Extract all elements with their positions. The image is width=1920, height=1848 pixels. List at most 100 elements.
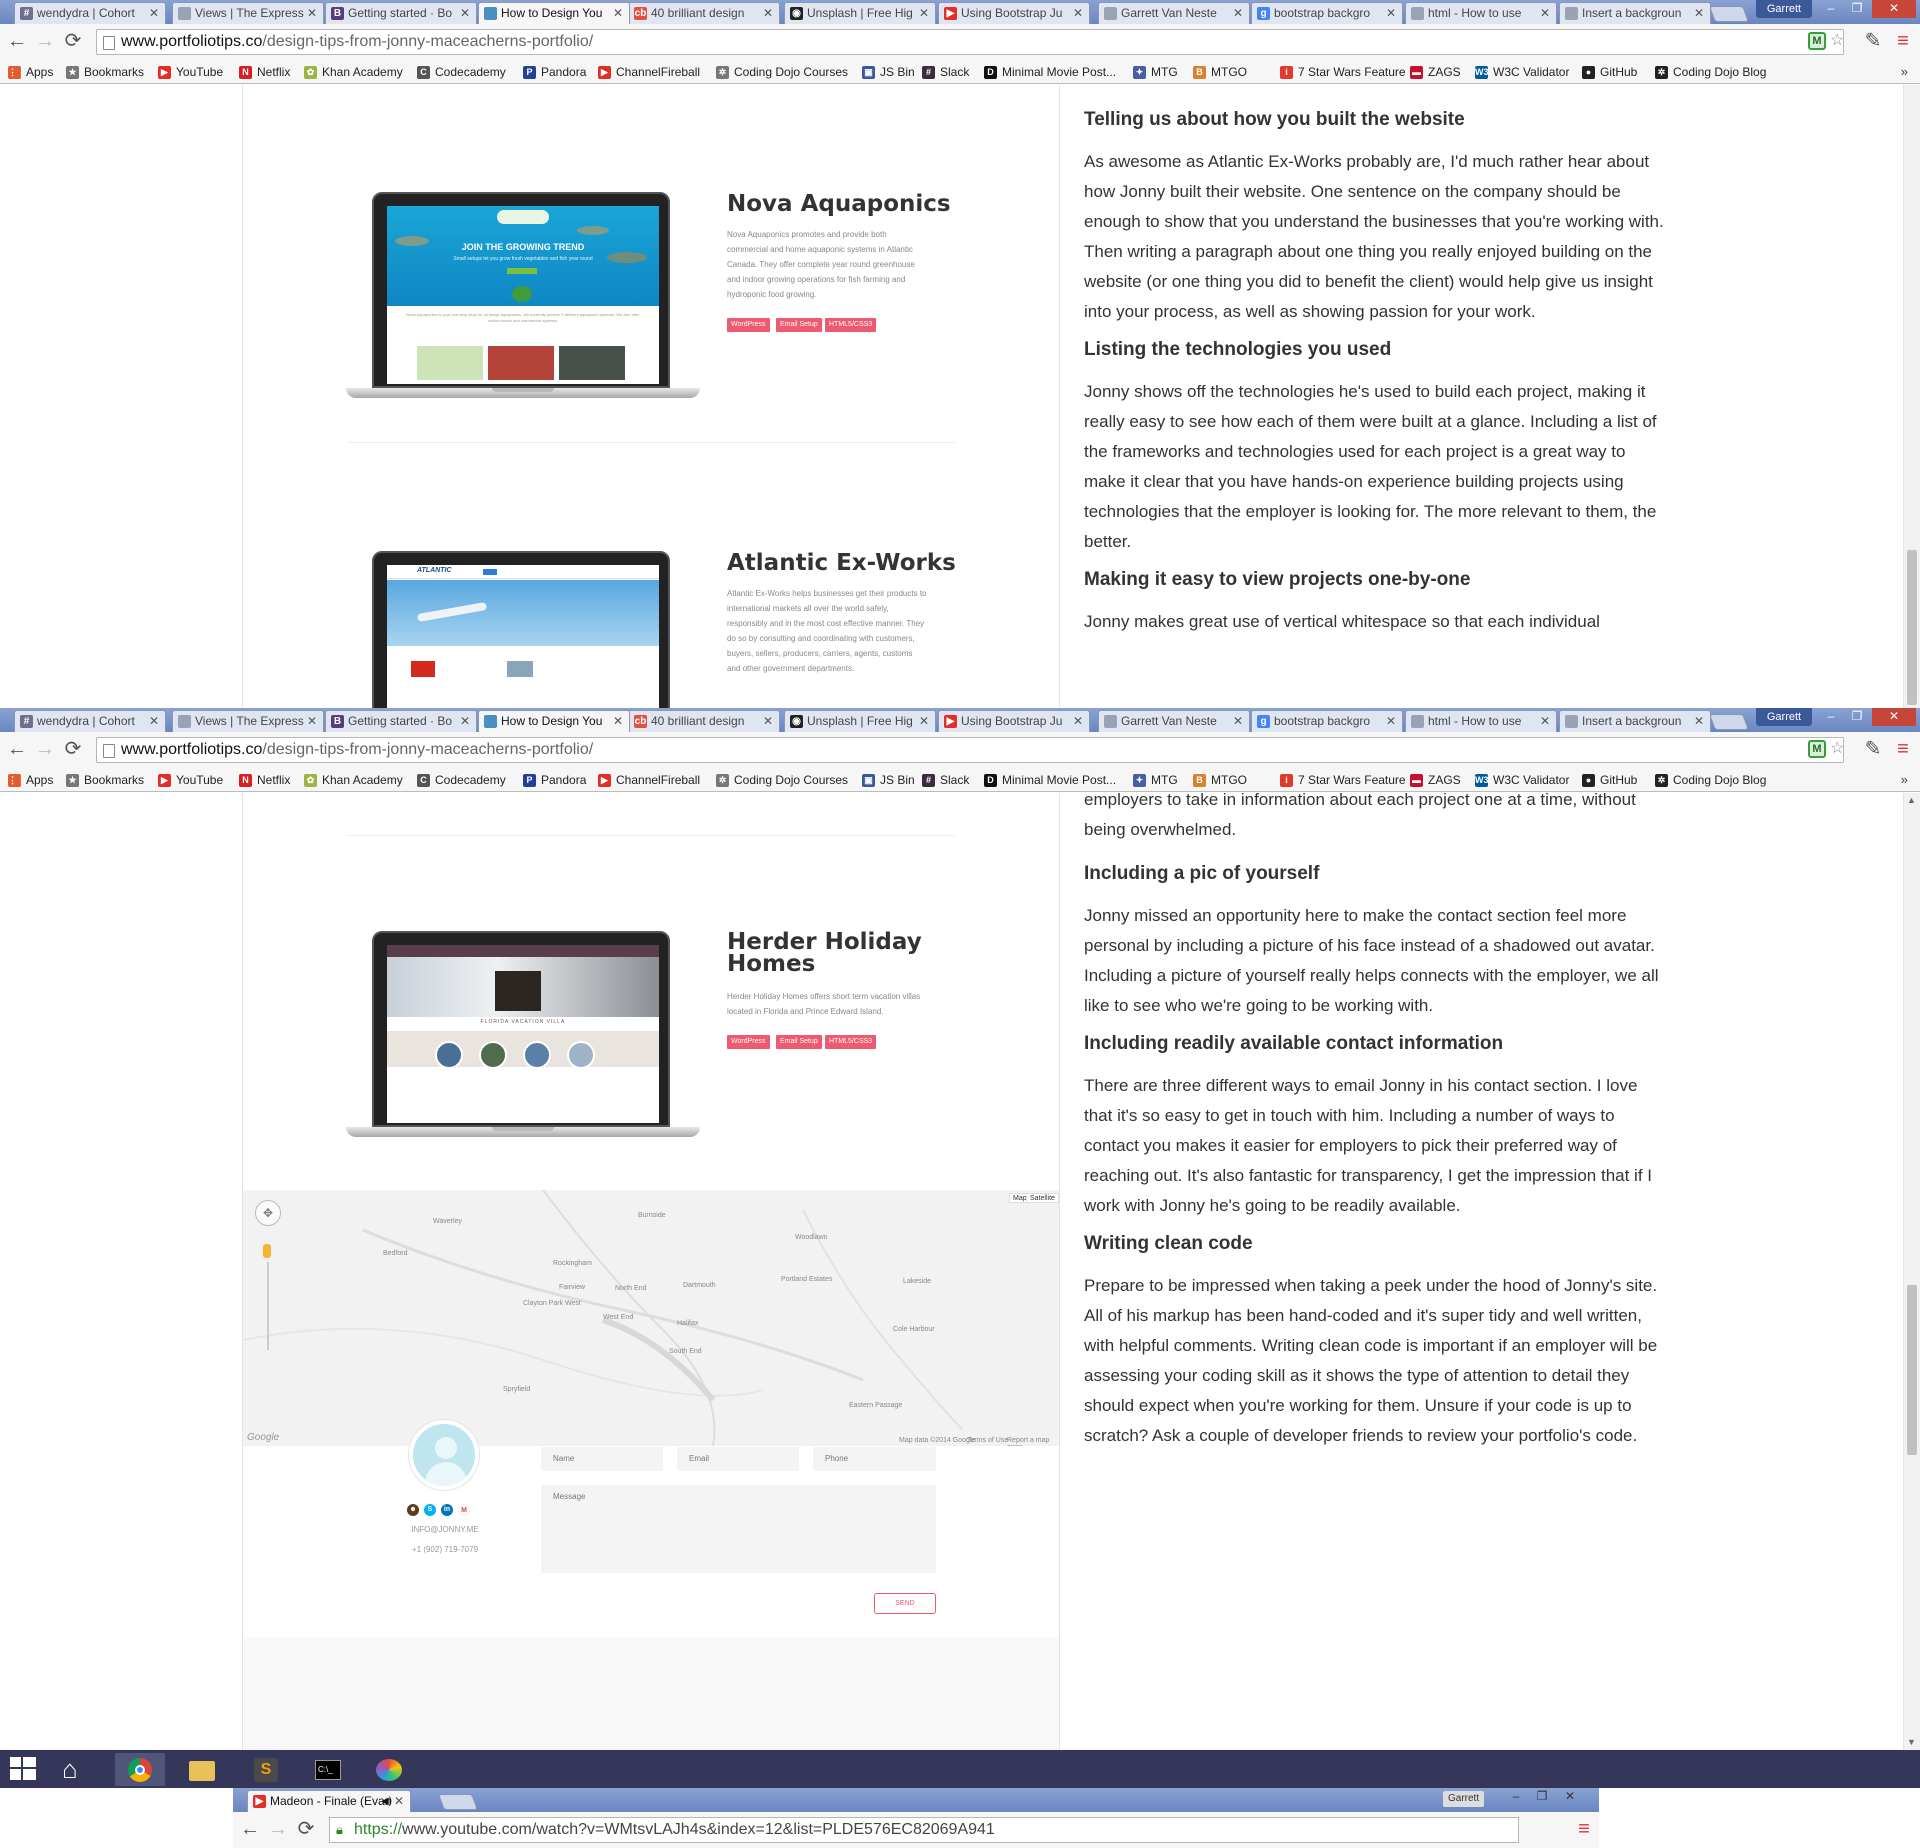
bookmark-item[interactable]: ▶ ChannelFireball xyxy=(598,769,700,791)
tab-9[interactable]: g bootstrap backgro ✕ xyxy=(1251,710,1403,732)
github-icon[interactable]: ☻ xyxy=(407,1504,419,1516)
reload-button[interactable]: ⟳ xyxy=(295,1818,317,1840)
bookmark-item[interactable]: P Pandora xyxy=(523,61,586,83)
tab-10[interactable]: html - How to use ✕ xyxy=(1405,710,1557,732)
tab-3[interactable]: B Getting started · Bo ✕ xyxy=(325,2,477,24)
scroll-down-icon[interactable]: ▼ xyxy=(1907,1737,1916,1747)
bookmark-item[interactable]: P Pandora xyxy=(523,769,586,791)
close-tab-icon[interactable]: ✕ xyxy=(613,711,623,732)
send-button[interactable]: SEND xyxy=(874,1593,936,1614)
bookmarks-overflow-button[interactable]: » xyxy=(1901,769,1908,791)
close-tab-icon[interactable]: ✕ xyxy=(1694,3,1704,24)
reload-button[interactable]: ⟳ xyxy=(62,30,84,52)
map-pan-control[interactable]: ✥ xyxy=(255,1200,281,1226)
map-terms-link[interactable]: Terms of Use xyxy=(967,1437,1008,1444)
close-tab-icon[interactable]: ✕ xyxy=(613,3,623,24)
sublime-text-icon[interactable]: S xyxy=(241,1753,291,1786)
bookmark-item[interactable]: C Codecademy xyxy=(417,61,506,83)
close-tab-icon[interactable]: ✕ xyxy=(1540,3,1550,24)
bookmarks-overflow-button[interactable]: » xyxy=(1901,61,1908,83)
bookmark-item[interactable]: ⋮⋮ Apps xyxy=(8,769,53,791)
new-tab-button[interactable] xyxy=(1709,6,1749,22)
close-window-button[interactable]: ✕ xyxy=(1872,708,1916,726)
bookmark-item[interactable]: ✲ Coding Dojo Courses xyxy=(716,769,848,791)
page-scrollbar[interactable] xyxy=(1903,85,1920,708)
bookmark-star-icon[interactable]: ☆ xyxy=(1830,30,1844,52)
tab-7[interactable]: ▶ Using Bootstrap Ju ✕ xyxy=(938,710,1090,732)
profile-button[interactable]: Garrett xyxy=(1756,708,1812,726)
bookmark-item[interactable]: ★ Bookmarks xyxy=(66,769,144,791)
close-tab-icon[interactable]: ✕ xyxy=(1073,711,1083,732)
tab-5[interactable]: cb 40 brilliant design ✕ xyxy=(628,2,780,24)
tab-5[interactable]: cb 40 brilliant design ✕ xyxy=(628,710,780,732)
close-tab-icon[interactable]: ✕ xyxy=(1233,3,1243,24)
tab-1[interactable]: # wendydra | Cohort ✕ xyxy=(14,2,166,24)
bookmark-item[interactable]: ▣ JS Bin xyxy=(862,61,915,83)
close-tab-icon[interactable]: ✕ xyxy=(460,3,470,24)
email-field[interactable]: Email xyxy=(677,1447,799,1471)
bookmark-item[interactable]: ● GitHub xyxy=(1582,61,1637,83)
bookmark-item[interactable]: ✿ Khan Academy xyxy=(304,61,403,83)
close-tab-icon[interactable]: ✕ xyxy=(460,711,470,732)
paint-icon[interactable] xyxy=(364,1753,414,1786)
scrollbar-thumb[interactable] xyxy=(1907,1285,1917,1455)
command-prompt-icon[interactable]: C:\_ xyxy=(303,1753,353,1786)
bookmark-item[interactable]: ▬ ZAGS xyxy=(1410,769,1461,791)
back-button[interactable]: ← xyxy=(6,738,28,760)
phone-field[interactable]: Phone xyxy=(813,1447,936,1471)
gmail-icon[interactable]: M xyxy=(458,1504,470,1516)
close-tab-icon[interactable]: ✕ xyxy=(919,711,929,732)
reload-button[interactable]: ⟳ xyxy=(62,738,84,760)
tab-11[interactable]: Insert a backgroun ✕ xyxy=(1559,2,1711,24)
bookmark-item[interactable]: ● GitHub xyxy=(1582,769,1637,791)
map-type-satellite[interactable]: Satellite xyxy=(1026,1193,1059,1203)
bookmark-item[interactable]: ✲ Coding Dojo Blog xyxy=(1655,61,1766,83)
minimize-button[interactable]: – xyxy=(1503,1788,1529,1806)
map-report-link[interactable]: Report a map error xyxy=(1007,1437,1059,1446)
close-tab-icon[interactable]: ✕ xyxy=(149,3,159,24)
restore-button[interactable]: ❐ xyxy=(1529,1788,1555,1806)
message-field[interactable]: Message xyxy=(541,1485,936,1573)
bookmark-item[interactable]: W3 W3C Validator xyxy=(1475,769,1569,791)
close-tab-icon[interactable]: ✕ xyxy=(307,3,317,24)
bookmark-item[interactable]: ▣ JS Bin xyxy=(862,769,915,791)
menu-icon[interactable]: ≡ xyxy=(1892,30,1914,52)
bookmark-item[interactable]: D Minimal Movie Post... xyxy=(984,61,1116,83)
restore-button[interactable]: ❐ xyxy=(1844,708,1870,726)
close-tab-icon[interactable]: ✕ xyxy=(763,711,773,732)
close-tab-icon[interactable]: ✕ xyxy=(394,1791,404,1812)
location-map[interactable]: ✥ Map Satellite Burnside Woodlawn Dartmo… xyxy=(243,1190,1059,1446)
tab-8[interactable]: Garrett Van Neste ✕ xyxy=(1098,710,1250,732)
tab-11[interactable]: Insert a backgroun ✕ xyxy=(1559,710,1711,732)
close-window-button[interactable]: ✕ xyxy=(1872,0,1916,18)
bookmark-item[interactable]: ⋮⋮ Apps xyxy=(8,61,53,83)
bookmark-item[interactable]: W3 W3C Validator xyxy=(1475,61,1569,83)
close-tab-icon[interactable]: ✕ xyxy=(1233,711,1243,732)
close-tab-icon[interactable]: ✕ xyxy=(149,711,159,732)
page-scrollbar[interactable]: ▲ ▼ xyxy=(1903,793,1920,1750)
linkedin-icon[interactable]: in xyxy=(441,1504,453,1516)
address-bar[interactable]: www.portfoliotips.co/design-tips-from-jo… xyxy=(96,29,1844,55)
tab-1[interactable]: # wendydra | Cohort ✕ xyxy=(14,710,166,732)
bookmark-item[interactable]: ▶ YouTube xyxy=(158,769,223,791)
menu-icon[interactable]: ≡ xyxy=(1573,1818,1595,1840)
bookmark-item[interactable]: ✿ Khan Academy xyxy=(304,769,403,791)
skype-icon[interactable]: S xyxy=(424,1504,436,1516)
home-icon[interactable]: ⌂ xyxy=(62,1754,78,1784)
bookmark-item[interactable]: C Codecademy xyxy=(417,769,506,791)
back-button[interactable]: ← xyxy=(6,30,28,52)
back-button[interactable]: ← xyxy=(239,1818,261,1840)
bookmark-item[interactable]: ▶ ChannelFireball xyxy=(598,61,700,83)
tab-2[interactable]: Views | The Express ✕ xyxy=(172,2,324,24)
scroll-up-icon[interactable]: ▲ xyxy=(1907,795,1916,805)
pegman-icon[interactable] xyxy=(263,1244,271,1258)
bookmark-item[interactable]: N Netflix xyxy=(239,769,290,791)
tab-6[interactable]: ◉ Unsplash | Free Hig ✕ xyxy=(784,2,936,24)
close-tab-icon[interactable]: ✕ xyxy=(1694,711,1704,732)
bookmark-item[interactable]: i 7 Star Wars Feature ... xyxy=(1280,61,1419,83)
bookmark-item[interactable]: ✦ MTG xyxy=(1133,61,1178,83)
close-tab-icon[interactable]: ✕ xyxy=(1540,711,1550,732)
new-tab-button[interactable] xyxy=(438,1794,478,1810)
name-field[interactable]: Name xyxy=(541,1447,663,1471)
tab-6[interactable]: ◉ Unsplash | Free Hig ✕ xyxy=(784,710,936,732)
